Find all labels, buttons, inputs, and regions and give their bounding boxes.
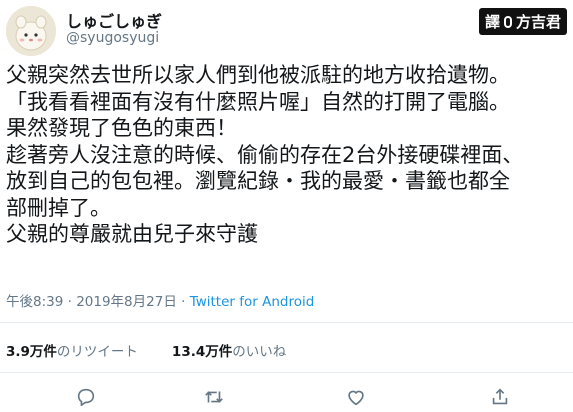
retweets-label: のリツイート [56,344,138,360]
tweet-meta: 午後8:39 · 2019年8月27日 · Twitter for Androi… [6,290,314,310]
tweet-line: 「我看看裡面有沒有什麼照片喔」自然的打開了電腦。 [6,89,510,114]
translator-watermark: 譯 方吉君 [478,8,567,35]
tweet-stats: 3.9万件のリツイート 13.4万件のいいね [6,340,286,360]
likes-label: のいいね [232,344,287,360]
tweet-line: 父親的尊嚴就由兒子來守護 [6,222,258,246]
reply-button[interactable] [75,386,97,408]
tweet-actions [0,386,573,408]
meta-separator: · [63,294,77,310]
share-icon [492,388,508,405]
tweet-text: 父親突然去世所以家人們到他被派駐的地方收拾遺物。 「我看看裡面有沒有什麼照片喔」… [6,62,566,248]
tweet-line: 趁著旁人沒注意的時候、偷偷的存在2台外接硬碟裡面、 [6,142,524,167]
user-handle[interactable]: @syugosyugi [66,30,159,46]
tweet-line: 放到自己的包包裡。瀏覽紀錄・我的最愛・書籤也都全 [6,169,510,193]
tweet-time[interactable]: 午後8:39 [6,294,63,310]
likes-count: 13.4万件 [171,344,233,360]
likes-stat[interactable]: 13.4万件のいいね [172,344,286,360]
watermark-dot-icon [503,15,512,28]
retweets-stat[interactable]: 3.9万件のリツイート [6,344,138,360]
retweets-count: 3.9万件 [6,344,57,360]
tweet-date[interactable]: 2019年8月27日 [76,294,177,310]
watermark-right-text: 方吉君 [515,13,561,31]
avatar[interactable] [6,6,56,56]
tweet-line: 部刪掉了。 [6,195,111,220]
retweet-button[interactable] [203,386,225,408]
reply-icon [77,388,95,407]
divider [0,322,573,323]
divider [0,372,573,373]
share-button[interactable] [489,386,511,408]
like-button[interactable] [345,386,367,408]
display-name[interactable]: しゅごしゅぎ [66,8,162,32]
tweet-source-link[interactable]: Twitter for Android [190,294,315,310]
retweet-icon [205,391,223,403]
watermark-left-text: 譯 [484,13,500,31]
meta-separator: · [176,294,190,310]
tweet-line: 果然發現了色色的東西！ [6,116,237,140]
like-icon [348,390,364,406]
tweet-line: 父親突然去世所以家人們到他被派駐的地方收拾遺物。 [6,63,510,87]
